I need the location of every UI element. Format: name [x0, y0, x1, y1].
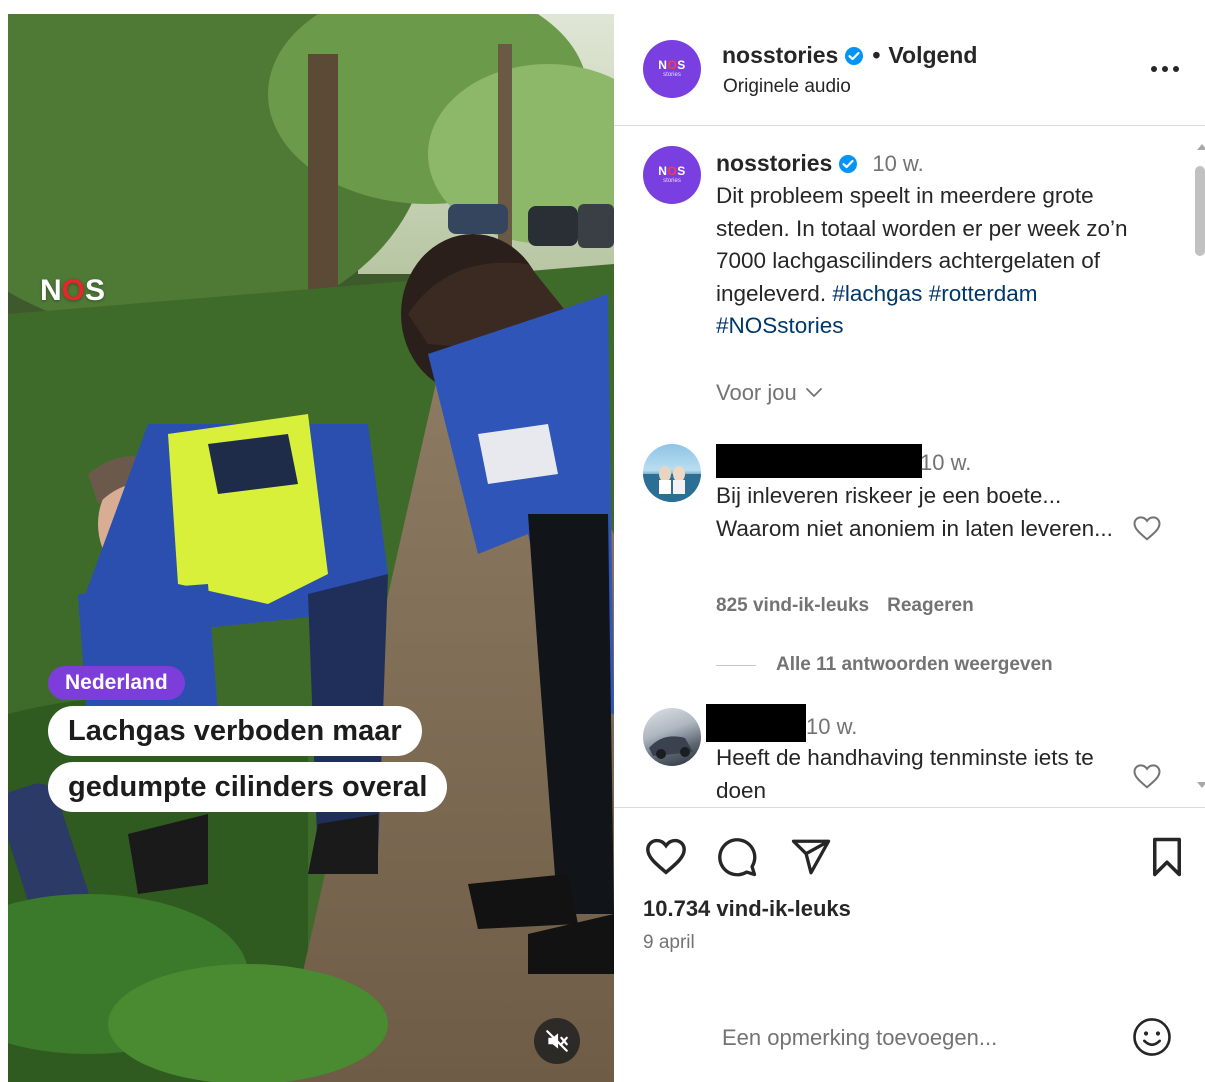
redacted-username: [716, 444, 922, 478]
bookmark-icon[interactable]: [1148, 836, 1186, 878]
post-date: 9 april: [643, 932, 695, 953]
hashtag-link[interactable]: #NOSstories: [716, 313, 844, 338]
scrollbar-thumb[interactable]: [1195, 166, 1205, 256]
video-player[interactable]: NOS Nederland Lachgas verboden maar gedu…: [8, 14, 614, 1082]
hashtag-link[interactable]: #lachgas: [832, 281, 922, 306]
post-details-panel: NOS stories nosstories • Volgend Origine…: [614, 14, 1205, 1082]
redacted-username: [706, 704, 806, 742]
comment-text: Bij inleveren riskeer je een boete... Wa…: [716, 483, 1113, 541]
category-badge: Nederland: [48, 666, 185, 700]
comment-timestamp: 10 w.: [920, 450, 972, 475]
view-replies-label: Alle 11 antwoorden weergeven: [776, 654, 1053, 675]
comment-meta: 825 vind-ik-leuks Reageren: [716, 595, 974, 617]
chevron-down-icon: [805, 388, 822, 398]
scroll-down-arrow-icon[interactable]: [1197, 782, 1205, 788]
comment-icon[interactable]: [716, 836, 758, 878]
more-dot: [1173, 66, 1179, 72]
add-comment-bar: [614, 1004, 1205, 1082]
commenter-avatar[interactable]: [643, 444, 701, 502]
comment-like-heart-icon[interactable]: [1132, 762, 1162, 790]
comment-timestamp: 10 w.: [806, 714, 858, 739]
hashtag-link[interactable]: #rotterdam: [929, 281, 1038, 306]
commenter-avatar[interactable]: [643, 708, 701, 766]
caption-body: Dit probleem speelt in meerdere grote st…: [716, 183, 1128, 306]
heart-icon[interactable]: [643, 836, 689, 876]
mute-button[interactable]: [534, 1018, 580, 1064]
caption-header: nosstories 10 w.: [716, 150, 924, 177]
avatar-logo-text: NOS: [658, 164, 686, 178]
audio-link[interactable]: Originele audio: [723, 76, 851, 98]
replies-divider-line: [716, 664, 756, 666]
more-options-button[interactable]: [1147, 54, 1183, 84]
comment-text: Heeft de handhaving tenminste iets te do…: [716, 745, 1094, 803]
author-username[interactable]: nosstories: [722, 42, 838, 69]
actions-divider: [614, 807, 1205, 808]
author-name-row: nosstories • Volgend: [722, 42, 977, 69]
caption-timestamp: 10 w.: [872, 150, 924, 176]
video-frame: [8, 14, 614, 1082]
comment-sort-label: Voor jou: [716, 380, 797, 405]
more-dot: [1162, 66, 1168, 72]
view-replies-button[interactable]: Alle 11 antwoorden weergeven: [716, 654, 1053, 676]
caption-author-avatar[interactable]: NOS stories: [643, 146, 701, 204]
video-headline-line-1: Lachgas verboden maar: [48, 706, 422, 756]
share-icon[interactable]: [790, 836, 832, 878]
avatar-logo-text: NOS: [658, 58, 686, 72]
caption-text: Dit probleem speelt in meerdere grote st…: [716, 180, 1156, 343]
comment-like-heart-icon[interactable]: [1132, 514, 1162, 542]
avatar-logo-subtext: stories: [663, 178, 681, 184]
verified-badge-icon: [839, 154, 858, 173]
speaker-muted-icon: [546, 1030, 568, 1052]
avatar-photo: [643, 466, 701, 502]
separator-dot: •: [872, 42, 881, 68]
avatar-photo: [649, 736, 693, 759]
author-avatar[interactable]: NOS stories: [643, 40, 701, 98]
caption-username[interactable]: nosstories: [716, 150, 832, 177]
verified-badge-icon: [845, 46, 864, 65]
nos-watermark-logo: NOS: [40, 274, 106, 307]
scroll-up-arrow-icon[interactable]: [1197, 144, 1205, 150]
add-comment-input[interactable]: [722, 1018, 1122, 1058]
following-button[interactable]: Volgend: [888, 42, 977, 69]
video-headline-line-2: gedumpte cilinders overal: [48, 762, 448, 812]
reply-button[interactable]: Reageren: [887, 595, 974, 616]
emoji-icon[interactable]: [1131, 1016, 1173, 1058]
comment-likes-count[interactable]: 825 vind-ik-leuks: [716, 595, 869, 616]
post-header: NOS stories nosstories • Volgend Origine…: [614, 14, 1205, 126]
avatar-logo-subtext: stories: [663, 72, 681, 78]
video-scene-illustration: [8, 14, 614, 1082]
comment-sort-dropdown[interactable]: Voor jou: [716, 380, 823, 406]
post-likes-count[interactable]: 10.734 vind-ik-leuks: [643, 896, 851, 922]
more-dot: [1151, 66, 1157, 72]
